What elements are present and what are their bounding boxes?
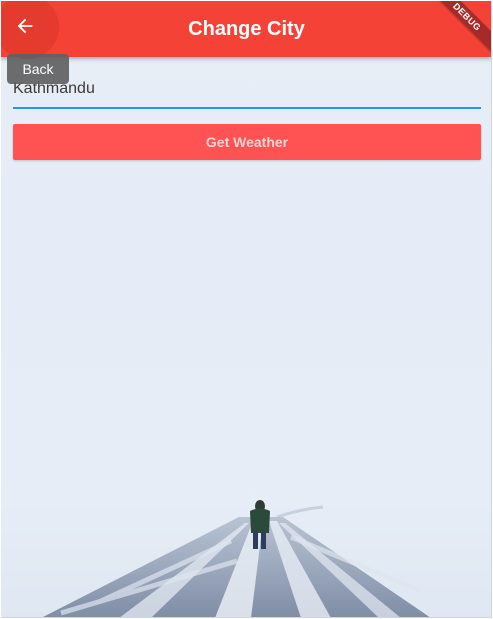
get-weather-button[interactable]: Get Weather bbox=[13, 124, 481, 160]
debug-label: DEBUG bbox=[431, 1, 491, 58]
city-input[interactable] bbox=[13, 71, 481, 109]
page-title: Change City bbox=[188, 18, 305, 40]
app-bar: Change City bbox=[1, 1, 491, 59]
back-tooltip: Back bbox=[7, 54, 69, 84]
debug-banner: DEBUG bbox=[431, 1, 491, 61]
city-field bbox=[13, 71, 481, 109]
app-window: Change City DEBUG Back Get Weather bbox=[1, 1, 492, 618]
